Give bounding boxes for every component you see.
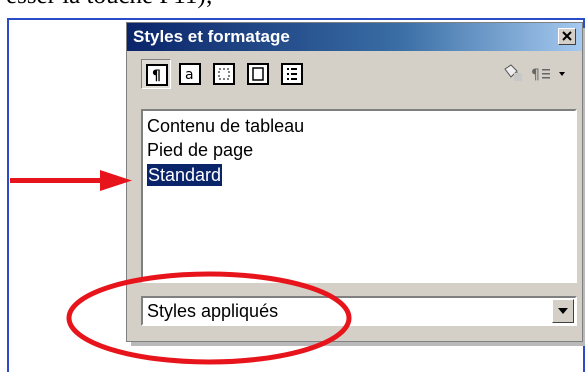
highlight-ellipse xyxy=(66,271,352,365)
red-arrow xyxy=(10,170,132,191)
annotation-overlay xyxy=(10,170,352,365)
